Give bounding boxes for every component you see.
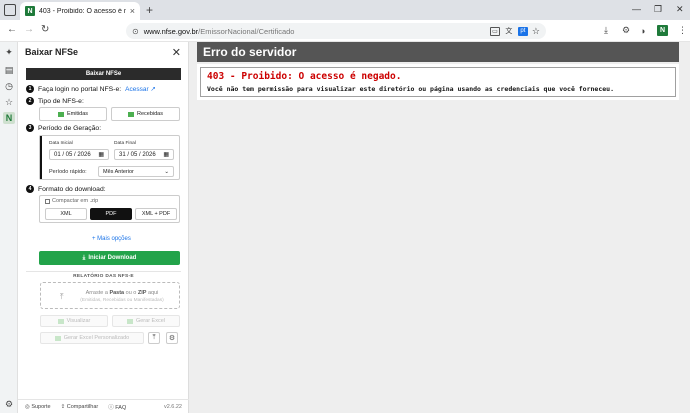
compartilhar-link[interactable]: ⇪ Compartilhar (61, 404, 99, 410)
step-number: 4 (26, 185, 34, 193)
extensions-puzzle-icon[interactable]: ⚙ (622, 25, 630, 36)
step-label: Faça login no portal NFS-e: (38, 85, 122, 93)
error-title: 403 - Proibido: O acesso é negado. (207, 71, 402, 82)
version-label: v2.6.22 (163, 403, 182, 410)
profile-icon[interactable]: ◑ (640, 26, 645, 36)
site-info-icon[interactable]: ⊙ (132, 27, 139, 36)
gerar-excel-personalizado-button[interactable]: Gerar Excel Personalizado (40, 332, 144, 344)
history-icon[interactable]: ◷ (3, 80, 15, 92)
spreadsheet-icon (57, 111, 64, 117)
acessar-link[interactable]: Acessar ↗ (125, 85, 156, 93)
spreadsheet-icon (126, 318, 133, 324)
settings-icon[interactable]: ⚙ (166, 332, 178, 344)
browser-toolbar: ← → ↻ ⊙ www.nfse.gov.br/EmissorNacional/… (0, 20, 690, 42)
server-error-header: Erro do servidor (197, 42, 679, 62)
calendar-icon[interactable]: ▦ (163, 151, 169, 158)
step-4: 4 Formato do download: (26, 185, 106, 193)
xml-button[interactable]: XML (45, 208, 87, 220)
tab-strip: N 403 - Proibido: O acesso é negad... × … (0, 0, 690, 20)
data-final-input[interactable]: 31 / 05 / 2026 ▦ (114, 149, 174, 160)
relatorio-heading: RELATÓRIO DAS NFS-E (26, 271, 181, 279)
panel-title: Baixar NFSe (25, 47, 79, 57)
visualizar-button[interactable]: Visualizar (40, 315, 108, 327)
step-number: 1 (26, 85, 34, 93)
drop-zone[interactable]: ⤒ Arraste a Pasta ou o ZIP aqui (Emitida… (40, 282, 180, 309)
address-bar[interactable]: ⊙ www.nfse.gov.br/EmissorNacional/Certif… (126, 23, 546, 39)
settings-gear-icon[interactable]: ⚙ (3, 398, 15, 410)
side-panel: Baixar NFSe ✕ Baixar NFSe 1 Faça login n… (18, 42, 189, 413)
upload-icon: ⤒ (60, 292, 64, 301)
step-label: Período de Geração: (38, 124, 102, 132)
data-final-label: Data Final (114, 141, 136, 146)
translate-icon[interactable]: 文 (504, 27, 514, 36)
new-tab-icon[interactable]: + (146, 3, 153, 17)
tab-title: 403 - Proibido: O acesso é negad... (39, 7, 126, 15)
url-text: www.nfse.gov.br/EmissorNacional/Certific… (143, 26, 295, 36)
nfse-panel-icon[interactable]: N (3, 112, 15, 124)
iniciar-download-button[interactable]: ⤓ Iniciar Download (39, 251, 180, 265)
ai-sparkle-icon[interactable]: ✦ (3, 46, 15, 58)
upload-file-icon[interactable]: ⤒ (148, 332, 160, 344)
translate-badge[interactable]: pt (517, 26, 528, 36)
sidebar-toggle-icon[interactable] (4, 4, 16, 16)
calendar-icon[interactable]: ▦ (98, 151, 104, 158)
xml-pdf-button[interactable]: XML + PDF (135, 208, 177, 220)
data-inicial-input[interactable]: 01 / 05 / 2026 ▦ (49, 149, 109, 160)
faq-link[interactable]: ⓘ FAQ (108, 403, 126, 411)
downloads-icon[interactable]: ⤓ (604, 25, 608, 36)
bookmarks-icon[interactable]: ☆ (3, 96, 15, 108)
page-content: Erro do servidor 403 - Proibido: O acess… (189, 42, 690, 413)
error-box: 403 - Proibido: O acesso é negado. Você … (197, 64, 679, 100)
periodo-box: Data Inicial 01 / 05 / 2026 ▦ Data Final … (39, 135, 180, 180)
panel-banner: Baixar NFSe (26, 68, 181, 80)
error-message: Você não tem permissão para visualizar e… (207, 85, 614, 93)
step-2: 2 Tipo de NFS-e: (26, 97, 84, 105)
mais-opcoes-link[interactable]: + Mais opções (92, 236, 131, 242)
close-tab-icon[interactable]: × (130, 6, 135, 16)
gerar-excel-button[interactable]: Gerar Excel (112, 315, 180, 327)
side-rail: ✦ ▤ ◷ ☆ N ⚙ (0, 42, 18, 413)
bookmark-star-icon[interactable]: ☆ (532, 26, 540, 37)
close-window-icon[interactable]: ✕ (676, 4, 684, 15)
reading-list-icon[interactable]: ▤ (3, 64, 15, 76)
drop-zone-text: Arraste a Pasta ou o ZIP aqui (85, 290, 159, 296)
chevron-down-icon: ⌄ (164, 168, 169, 175)
close-panel-icon[interactable]: ✕ (172, 46, 181, 59)
periodo-rapido-select[interactable]: Mês Anterior ⌄ (98, 166, 174, 177)
pdf-button[interactable]: PDF (90, 208, 132, 220)
spreadsheet-icon (57, 318, 64, 324)
step-3: 3 Período de Geração: (26, 124, 101, 132)
step-label: Formato do download: (38, 185, 106, 193)
step-number: 2 (26, 97, 34, 105)
step-number: 3 (26, 124, 34, 132)
reload-icon[interactable]: ↻ (41, 24, 49, 35)
browser-tab[interactable]: N 403 - Proibido: O acesso é negad... × (20, 2, 140, 20)
drop-zone-subtext: (Emitidas, Recebidas ou Manifestadas) (80, 298, 164, 303)
nfse-favicon-icon: N (25, 6, 35, 16)
data-inicial-label: Data Inicial (49, 141, 73, 146)
maximize-icon[interactable]: ❐ (654, 4, 662, 15)
panel-footer: ◎ Suporte ⇪ Compartilhar ⓘ FAQ v2.6.22 (18, 399, 189, 413)
recebidas-button[interactable]: Recebidas (111, 107, 180, 121)
minimize-icon[interactable]: — (632, 4, 641, 14)
download-icon: ⤓ (82, 254, 86, 261)
periodo-rapido-label: Período rápido: (49, 169, 87, 175)
forward-icon[interactable]: → (24, 24, 34, 35)
formato-box: Compactar em .zip XML PDF XML + PDF (39, 195, 180, 223)
step-label: Tipo de NFS-e: (38, 97, 84, 105)
spreadsheet-icon (54, 335, 61, 341)
menu-dots-icon[interactable]: ⋮ (678, 25, 687, 36)
spreadsheet-icon (128, 111, 134, 117)
emitidas-button[interactable]: Emitidas (39, 107, 107, 121)
suporte-link[interactable]: ◎ Suporte (25, 404, 51, 410)
screen-share-icon[interactable]: ▭ (489, 26, 500, 36)
step-1: 1 Faça login no portal NFS-e: Acessar ↗ (26, 85, 156, 93)
compactar-zip-checkbox[interactable]: Compactar em .zip (45, 198, 98, 204)
nfse-extension-icon[interactable]: N (657, 25, 668, 36)
back-icon[interactable]: ← (7, 24, 17, 35)
